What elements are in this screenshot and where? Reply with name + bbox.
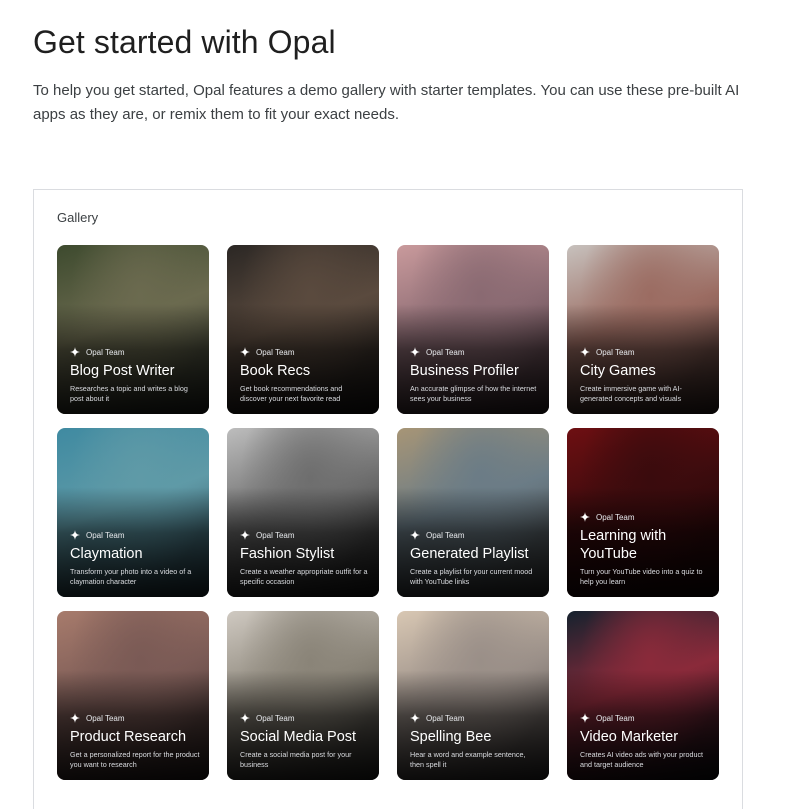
- card-info: Opal Team Video Marketer Creates AI video …: [580, 713, 711, 770]
- card-author-name: Opal Team: [596, 512, 635, 522]
- card-info: Opal Team Fashion Stylist Create a weather…: [240, 530, 371, 587]
- sparkle-icon: [70, 530, 80, 540]
- card-info: Opal Team Book Recs Get book recommendatio…: [240, 347, 371, 404]
- card-author: Opal Team: [70, 347, 201, 357]
- sparkle-icon: [70, 347, 80, 357]
- gallery-card-spelling-bee[interactable]: Opal Team Spelling Bee Hear a word and exa…: [397, 611, 549, 780]
- card-description: Get book recommendations and discover yo…: [240, 384, 343, 403]
- card-author: Opal Team: [240, 530, 371, 540]
- card-title: Business Profiler: [410, 363, 519, 379]
- card-author-name: Opal Team: [256, 530, 295, 540]
- gallery-label: Gallery: [57, 210, 99, 225]
- card-title: Social Media Post: [240, 729, 357, 745]
- card-description: Transform your photo into a video of a c…: [70, 567, 192, 586]
- card-author-name: Opal Team: [256, 713, 295, 723]
- card-author: Opal Team: [410, 713, 541, 723]
- card-description: Hear a word and example sentence, then s…: [410, 750, 526, 769]
- card-title: Video Marketer: [580, 729, 679, 745]
- card-title: Fashion Stylist: [240, 546, 335, 562]
- card-author-name: Opal Team: [256, 347, 295, 357]
- card-description: Get a personalized report for the produc…: [70, 750, 200, 769]
- card-info: Opal Team Business Profiler An accurate gl…: [410, 347, 541, 404]
- card-title: City Games: [580, 363, 656, 379]
- card-author: Opal Team: [580, 347, 711, 357]
- sparkle-icon: [410, 713, 420, 723]
- card-title: Claymation: [70, 546, 143, 562]
- card-author: Opal Team: [410, 347, 541, 357]
- card-description: Creates AI video ads with your product a…: [580, 750, 704, 769]
- sparkle-icon: [70, 713, 80, 723]
- card-description: An accurate glimpse of how the internet …: [410, 384, 537, 403]
- gallery-card-product-research[interactable]: Opal Team Product Research Get a personali…: [57, 611, 209, 780]
- card-author-name: Opal Team: [596, 713, 635, 723]
- card-author: Opal Team: [240, 713, 371, 723]
- card-author-name: Opal Team: [86, 530, 125, 540]
- card-author-name: Opal Team: [86, 713, 125, 723]
- card-title: Product Research: [70, 729, 187, 745]
- sparkle-icon: [410, 347, 420, 357]
- sparkle-icon: [580, 512, 590, 522]
- card-info: Opal Team Claymation Transform your photo …: [70, 530, 201, 587]
- card-author-name: Opal Team: [426, 713, 465, 723]
- gallery-card-blog-post-writer[interactable]: Opal Team Blog Post Writer Researches a to…: [57, 245, 209, 414]
- card-author-name: Opal Team: [426, 347, 465, 357]
- card-author: Opal Team: [580, 713, 711, 723]
- gallery-card-book-recs[interactable]: Opal Team Book Recs Get book recommendatio…: [227, 245, 379, 414]
- card-author-name: Opal Team: [426, 530, 465, 540]
- card-description: Researches a topic and writes a blog pos…: [70, 384, 188, 403]
- sparkle-icon: [580, 347, 590, 357]
- page-title: Get started with Opal: [33, 24, 336, 60]
- card-author: Opal Team: [70, 530, 201, 540]
- sparkle-icon: [240, 347, 250, 357]
- card-info: Opal Team Learning with YouTube Turn your …: [580, 512, 711, 587]
- sparkle-icon: [580, 713, 590, 723]
- card-title: Blog Post Writer: [70, 363, 175, 379]
- card-author-name: Opal Team: [86, 347, 125, 357]
- card-author-name: Opal Team: [596, 347, 635, 357]
- gallery-card-business-profiler[interactable]: Opal Team Business Profiler An accurate gl…: [397, 245, 549, 414]
- card-description: Create a weather appropriate outfit for …: [240, 567, 368, 586]
- card-info: Opal Team Generated Playlist Create a play…: [410, 530, 541, 587]
- card-description: Create a playlist for your current mood …: [410, 567, 533, 586]
- card-info: Opal Team City Games Create immersive game…: [580, 347, 711, 404]
- gallery-grid: Opal Team Blog Post Writer Researches a to…: [57, 245, 721, 780]
- sparkle-icon: [240, 530, 250, 540]
- sparkle-icon: [410, 530, 420, 540]
- card-info: Opal Team Blog Post Writer Researches a to…: [70, 347, 201, 404]
- gallery-card-learning-with-youtube[interactable]: Opal Team Learning with YouTube Turn your …: [567, 428, 719, 597]
- card-info: Opal Team Product Research Get a personali…: [70, 713, 201, 770]
- card-title: Spelling Bee: [410, 729, 492, 745]
- gallery-card-video-marketer[interactable]: Opal Team Video Marketer Creates AI video …: [567, 611, 719, 780]
- gallery-card-generated-playlist[interactable]: Opal Team Generated Playlist Create a play…: [397, 428, 549, 597]
- card-description: Create a social media post for your busi…: [240, 750, 352, 769]
- gallery-card-social-media-post[interactable]: Opal Team Social Media Post Create a socia…: [227, 611, 379, 780]
- card-author: Opal Team: [580, 512, 711, 522]
- card-title: Learning with YouTube: [580, 528, 667, 562]
- gallery-card-city-games[interactable]: Opal Team City Games Create immersive game…: [567, 245, 719, 414]
- card-description: Create immersive game with AI-generated …: [580, 384, 682, 403]
- card-author: Opal Team: [410, 530, 541, 540]
- card-title: Generated Playlist: [410, 546, 529, 562]
- card-info: Opal Team Spelling Bee Hear a word and exa…: [410, 713, 541, 770]
- sparkle-icon: [240, 713, 250, 723]
- card-author: Opal Team: [240, 347, 371, 357]
- card-description: Turn your YouTube video into a quiz to h…: [580, 567, 703, 586]
- gallery-card-fashion-stylist[interactable]: Opal Team Fashion Stylist Create a weather…: [227, 428, 379, 597]
- card-author: Opal Team: [70, 713, 201, 723]
- intro-paragraph: To help you get started, Opal features a…: [33, 82, 740, 123]
- gallery-panel: Gallery Opal Team Blog Post Writer Researc…: [33, 189, 743, 809]
- card-title: Book Recs: [240, 363, 311, 379]
- card-info: Opal Team Social Media Post Create a socia…: [240, 713, 371, 770]
- gallery-card-claymation[interactable]: Opal Team Claymation Transform your photo …: [57, 428, 209, 597]
